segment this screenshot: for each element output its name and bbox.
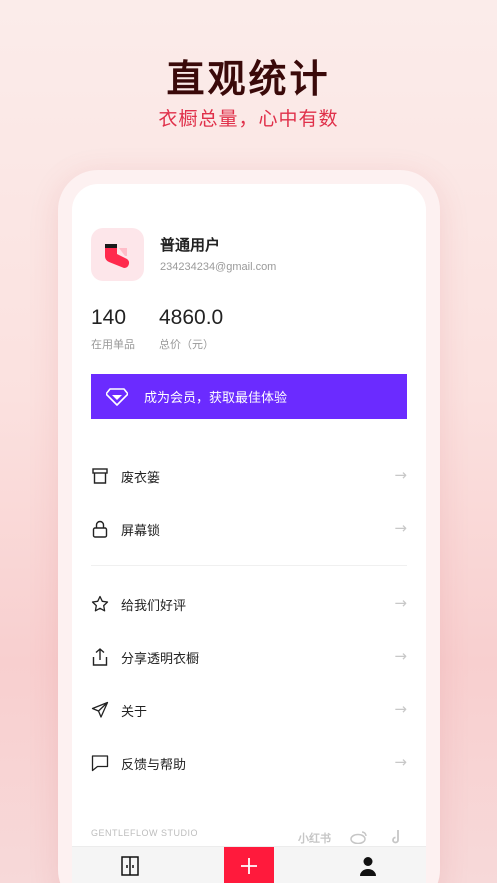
tab-add[interactable] (224, 847, 274, 883)
xiaohongshu-link[interactable]: 小红书 (298, 830, 331, 846)
chat-bubble-icon (91, 754, 109, 772)
user-name: 普通用户 (160, 236, 221, 254)
tiktok-icon[interactable] (392, 830, 404, 847)
menu-item-feedback[interactable]: 反馈与帮助 → (91, 748, 407, 778)
add-icon (241, 858, 257, 874)
menu-label-share: 分享透明衣橱 (121, 651, 200, 667)
menu-label-feedback: 反馈与帮助 (121, 757, 187, 773)
profile-screen: 普通用户 234234234@gmail.com 140 在用单品 4860.0… (72, 184, 426, 883)
menu-item-share[interactable]: 分享透明衣橱 → (91, 642, 407, 672)
promo-subtitle: 衣橱总量，心中有数 (158, 108, 339, 130)
menu-label-screen-lock: 屏幕锁 (121, 523, 161, 539)
diamond-icon (106, 387, 128, 406)
menu-label-trash: 废衣篓 (121, 470, 161, 486)
lock-icon (91, 520, 109, 538)
items-count-value: 140 (91, 306, 127, 329)
archive-box-icon (91, 467, 109, 485)
arrow-right-icon: → (394, 647, 407, 665)
promo-title: 直观统计 (166, 57, 331, 101)
vip-banner-text: 成为会员，获取最佳体验 (144, 391, 288, 406)
arrow-right-icon: → (394, 700, 407, 718)
arrow-right-icon: → (394, 753, 407, 771)
menu-label-rate-us: 给我们好评 (121, 598, 187, 614)
items-count-label: 在用单品 (91, 338, 135, 351)
avatar[interactable] (91, 228, 144, 281)
user-email: 234234234@gmail.com (160, 261, 277, 273)
total-price-value: 4860.0 (159, 306, 224, 329)
tab-wardrobe[interactable] (112, 847, 148, 883)
menu-item-trash[interactable]: 废衣篓 → (91, 461, 407, 491)
arrow-right-icon: → (394, 594, 407, 612)
send-icon (91, 701, 109, 719)
tab-bar (72, 846, 426, 883)
arrow-right-icon: → (394, 466, 407, 484)
menu-item-rate-us[interactable]: 给我们好评 → (91, 589, 407, 619)
total-price-label: 总价（元） (159, 338, 214, 351)
menu-item-about[interactable]: 关于 → (91, 695, 407, 725)
menu-label-about: 关于 (121, 704, 148, 720)
vip-banner[interactable]: 成为会员，获取最佳体验 (91, 374, 407, 419)
menu-item-screen-lock[interactable]: 屏幕锁 → (91, 514, 407, 544)
weibo-icon[interactable] (350, 830, 368, 847)
share-icon (91, 648, 109, 666)
star-icon (91, 595, 109, 613)
wardrobe-icon (121, 856, 139, 876)
menu-divider (91, 565, 407, 566)
sock-icon (104, 243, 129, 268)
studio-credit: GENTLEFLOW STUDIO (91, 828, 199, 838)
tab-profile[interactable] (350, 847, 386, 883)
arrow-right-icon: → (394, 519, 407, 537)
profile-icon (360, 857, 376, 876)
